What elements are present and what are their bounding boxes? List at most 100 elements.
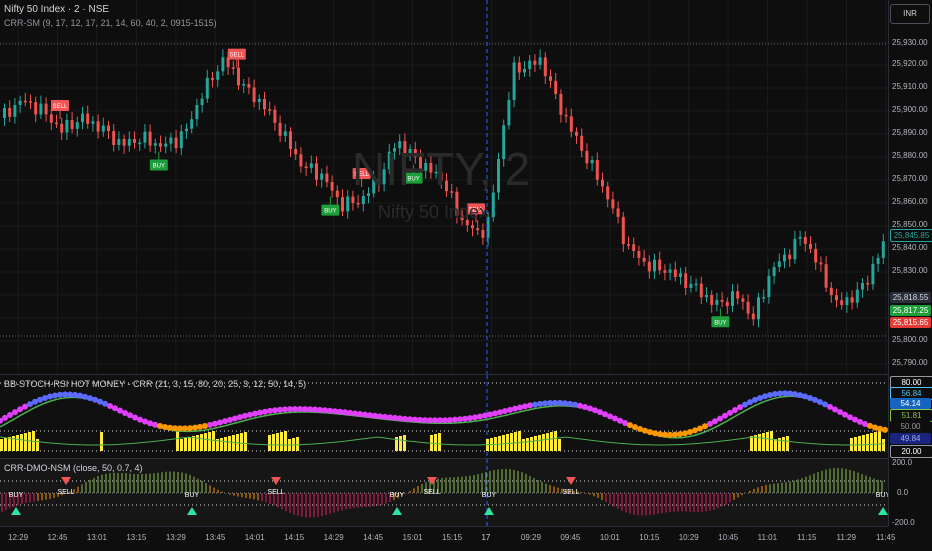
oscillator-dot [212, 420, 218, 427]
oscillator-dot [197, 423, 203, 430]
candle-body [824, 264, 828, 288]
currency-selector[interactable]: INR [890, 4, 930, 24]
stoch-level-20: 20.00 [890, 445, 932, 458]
indicator-legend-main[interactable]: CRR-SM (9, 17, 12, 17, 21, 14, 60, 40, 2… [4, 18, 217, 28]
volume-bar [498, 436, 501, 451]
time-label: 13:01 [86, 533, 107, 542]
candle-body [845, 297, 849, 306]
oscillator-dot [482, 412, 488, 419]
oscillator-dot [877, 425, 883, 432]
volume-bar [204, 433, 207, 451]
oscillator-dot [497, 409, 503, 416]
candle-body [684, 273, 688, 288]
price-label: 25,830.00 [892, 266, 928, 275]
volume-bar [276, 433, 279, 451]
buy-signal-label: BUY [149, 151, 168, 171]
candle-body [75, 122, 79, 129]
oscillator-dot [152, 421, 158, 428]
candle-body [642, 257, 646, 262]
candle-body [606, 186, 610, 200]
oscillator-dot [257, 409, 263, 416]
stoch-legend[interactable]: BB-STOCH-RSI HOT MONEY - CRR (21, 3, 15,… [4, 379, 306, 389]
candle-body [549, 76, 552, 81]
volume-bar [766, 432, 769, 451]
candle-body [850, 297, 854, 303]
time-label: 14:29 [323, 533, 344, 542]
candle-body [725, 301, 729, 307]
candle-body [185, 128, 188, 132]
chart-title[interactable]: Nifty 50 Index · 2 · NSE [4, 4, 109, 15]
signal-text: BUY [876, 492, 888, 499]
volume-bar [874, 432, 877, 451]
time-label: 15:01 [402, 533, 423, 542]
volume-bar [399, 436, 402, 451]
candle-body [512, 62, 516, 100]
time-label: 14:45 [363, 533, 384, 542]
candle-body [715, 299, 719, 305]
signal-text: BUY [185, 492, 200, 499]
candle-body [101, 125, 105, 132]
candle-body [23, 100, 27, 103]
oscillator-dot [492, 410, 498, 417]
signal-text: SELL [57, 489, 74, 496]
signal-text: BUY [9, 492, 24, 499]
candle-body [143, 131, 147, 143]
candle-body [757, 297, 760, 320]
candle-body [294, 148, 298, 155]
volume-bar [0, 439, 3, 451]
candle-body [876, 257, 880, 264]
time-label: 11:01 [757, 533, 778, 542]
oscillator-dot [262, 408, 268, 415]
oscillator-dot [792, 391, 798, 398]
volume-bar [20, 434, 23, 451]
time-label: 10:29 [678, 533, 699, 542]
candle-body [221, 57, 225, 72]
volume-bar [770, 431, 773, 451]
volume-bar [534, 436, 537, 451]
candle-body [247, 84, 251, 88]
price-label: 25,900.00 [892, 105, 928, 114]
time-label: 11:15 [797, 533, 817, 542]
volume-bar [16, 435, 19, 451]
volume-bar [858, 436, 861, 451]
stoch-level-50: 50.00 [890, 421, 931, 432]
time-axis[interactable]: 12:29 12:45 13:01 13:15 13:29 13:45 14:01 14:15… [0, 526, 895, 551]
candle-body [34, 102, 38, 115]
candle-body [793, 238, 797, 260]
price-axis[interactable]: 25,930.00 25,920.00 25,910.00 25,900.00 … [888, 0, 932, 527]
volume-bar [180, 439, 183, 451]
oscillator-dot [652, 430, 658, 437]
candle-body [252, 87, 256, 103]
price-label: 25,850.00 [892, 220, 928, 229]
candle-body [49, 114, 53, 123]
dmo-legend[interactable]: CRR-DMO-NSM (close, 50, 0.7, 4) [4, 463, 143, 473]
oscillator-dot [567, 400, 573, 407]
volume-bar [550, 432, 553, 451]
time-label: 13:29 [165, 533, 186, 542]
price-label: 25,930.00 [892, 38, 928, 47]
candle-body [731, 291, 734, 307]
price-chart-pane[interactable]: SELL BUY SELL BUY SELL BUY SELL BUY NIFTY, 2 Ni… [0, 0, 888, 374]
volume-bar [502, 435, 505, 451]
volume-bar [438, 433, 441, 451]
candle-body [814, 248, 818, 263]
time-label: 12:45 [47, 533, 68, 542]
price-label: 25,790.00 [892, 358, 928, 367]
stoch-rsi-pane[interactable]: BB-STOCH-RSI HOT MONEY - CRR (21, 3, 15,… [0, 374, 888, 459]
dmo-pane[interactable]: BUY SELL BUY SELL BUY SELL BUY SELL BUY CRR-DMO-… [0, 458, 888, 527]
candle-body [153, 143, 157, 146]
volume-bar [854, 437, 857, 451]
oscillator-dot [77, 392, 83, 399]
candle-body [663, 270, 667, 273]
volume-bar [268, 435, 271, 451]
candle-body [736, 291, 740, 299]
time-label: 10:45 [718, 533, 739, 542]
candle-body [668, 269, 672, 273]
candle-body [694, 283, 698, 286]
signal-text: SELL [53, 104, 68, 110]
name-watermark: Nifty 50 Index [378, 202, 489, 222]
candle-body [8, 107, 12, 117]
candle-body [195, 105, 199, 120]
oscillator-dot [572, 401, 578, 408]
volume-bar [403, 435, 406, 451]
